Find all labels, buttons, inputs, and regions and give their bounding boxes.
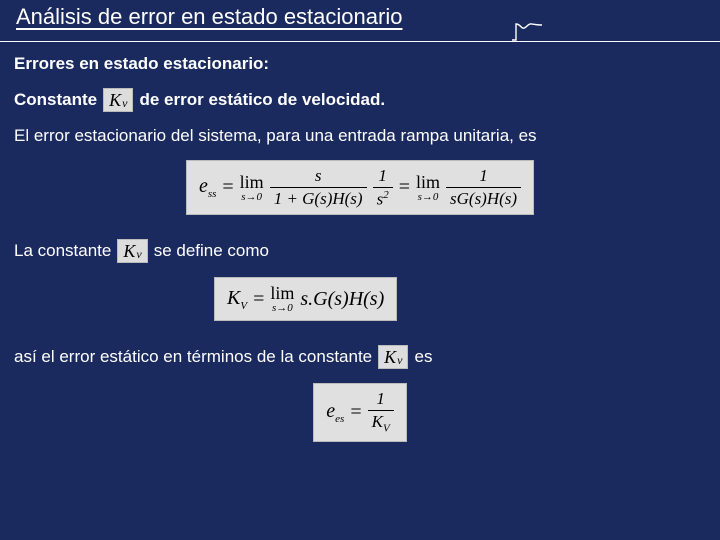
eq3-frac-den-base: K (372, 412, 383, 431)
equation-ees: ees = 1 KV (14, 383, 706, 442)
text-se-define: se define como (154, 241, 269, 261)
line-final: así el error estático en términos de la … (14, 345, 706, 369)
kv-symbol: Kν (103, 88, 133, 112)
kv-sub: ν (397, 349, 402, 371)
limit-icon: lim s→0 (270, 284, 294, 314)
eq1-lim-top-2: lim (416, 173, 440, 191)
eq3-lhs-base: e (326, 400, 335, 422)
eq2-lhs-sub: V (240, 300, 247, 312)
eq1-frac2-den-sup: 2 (383, 189, 389, 201)
slide-title: Análisis de error en estado estacionario (16, 4, 402, 30)
text-asi: así el error estático en términos de la … (14, 347, 372, 367)
kv-symbol: Kν (378, 345, 408, 369)
eq1-frac1-den: 1 + G(s)H(s) (270, 190, 367, 208)
kv-sub: ν (122, 92, 127, 114)
title-underline (0, 41, 720, 42)
equals-icon: = (350, 401, 361, 424)
line-define: La constante Kν se define como (14, 239, 706, 263)
eq1-frac3-num: 1 (475, 167, 492, 185)
eq2-lhs-base: K (227, 287, 240, 309)
slide-body: Errores en estado estacionario: Constant… (0, 48, 720, 442)
equals-icon: = (253, 288, 264, 311)
eq1-lhs-base: e (199, 175, 208, 197)
kv-base: K (109, 89, 121, 111)
equation-kv: KV = lim s→0 s.G(s)H(s) (14, 277, 706, 321)
kv-base: K (384, 346, 396, 368)
eq1-frac2-num: 1 (374, 167, 391, 185)
step-response-icon (512, 22, 542, 42)
eq1-lim-bot: s→0 (241, 192, 262, 203)
eq3-frac: 1 KV (368, 390, 394, 435)
eq1-frac2: 1 s2 (373, 167, 393, 208)
kv-sub: ν (136, 243, 141, 265)
eq3-lhs-sub: es (335, 413, 344, 425)
slide-title-bar: Análisis de error en estado estacionario (0, 0, 720, 48)
eq3-frac-den-sub: V (383, 423, 390, 435)
equation-ees-box: ees = 1 KV (313, 383, 406, 442)
eq2-rhs: s.G(s)H(s) (300, 288, 384, 311)
eq3-frac-num: 1 (372, 390, 389, 408)
eq1-frac3-den: sG(s)H(s) (446, 190, 521, 208)
line-intro: El error estacionario del sistema, para … (14, 126, 706, 146)
eq1-lim-bot-2: s→0 (418, 192, 439, 203)
text-constante: Constante (14, 90, 97, 110)
limit-icon: lim s→0 (416, 173, 440, 203)
eq2-lim-bot: s→0 (272, 303, 293, 314)
eq1-lhs-sub: ss (208, 188, 217, 200)
eq1-lim-top: lim (240, 173, 264, 191)
kv-symbol: Kν (117, 239, 147, 263)
equation-ess: ess = lim s→0 s 1 + G(s)H(s) 1 s2 = lim … (14, 160, 706, 215)
text-velocidad: de error estático de velocidad. (139, 90, 385, 110)
text-es: es (414, 347, 432, 367)
equation-kv-box: KV = lim s→0 s.G(s)H(s) (214, 277, 397, 321)
text-la-constante: La constante (14, 241, 111, 261)
equals-icon: = (222, 176, 233, 199)
equation-ess-box: ess = lim s→0 s 1 + G(s)H(s) 1 s2 = lim … (186, 160, 534, 215)
subtitle: Errores en estado estacionario: (14, 54, 706, 74)
kv-base: K (123, 240, 135, 262)
eq1-frac1-num: s (311, 167, 326, 185)
eq2-lim-top: lim (270, 284, 294, 302)
line-constante: Constante Kν de error estático de veloci… (14, 88, 706, 112)
limit-icon: lim s→0 (240, 173, 264, 203)
equals-icon: = (399, 176, 410, 199)
eq1-frac1: s 1 + G(s)H(s) (270, 167, 367, 208)
eq1-frac3: 1 sG(s)H(s) (446, 167, 521, 208)
